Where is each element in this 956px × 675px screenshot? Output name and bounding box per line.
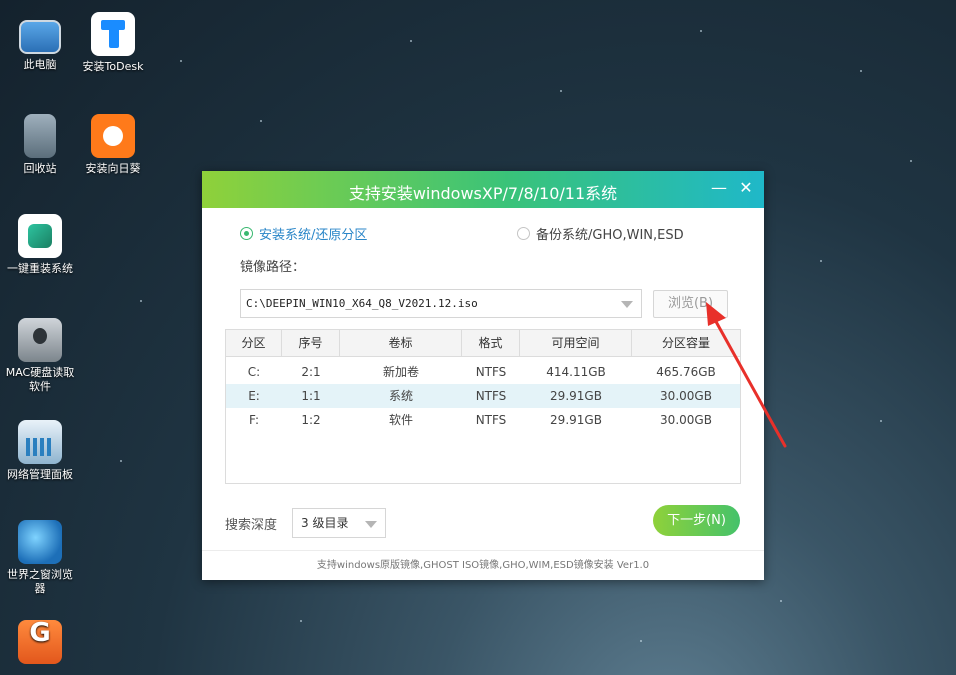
sunflower-icon xyxy=(91,114,135,158)
table-cell: 29.91GB xyxy=(550,413,602,427)
table-cell: NTFS xyxy=(475,365,507,379)
table-cell: 新加卷 xyxy=(382,365,419,379)
desktop-icon-network[interactable]: 网络管理面板 xyxy=(4,420,76,482)
column-header[interactable]: 序号 xyxy=(282,330,340,356)
todesk-icon xyxy=(91,12,135,56)
desktop-icon-label: 回收站 xyxy=(23,162,57,175)
table-row[interactable]: C: 2:1 新加卷 NTFS 414.11GB 465.76GB xyxy=(226,360,740,384)
browser-icon xyxy=(18,520,62,564)
table-cell: 30.00GB xyxy=(660,413,712,427)
desktop-icon-label: 网络管理面板 xyxy=(7,468,73,481)
table-cell: F: xyxy=(248,413,259,427)
table-row[interactable]: F: 1:2 软件 NTFS 29.91GB 30.00GB xyxy=(226,408,740,432)
table-cell: NTFS xyxy=(475,413,507,427)
desktop-icon-label: 安装ToDesk xyxy=(82,60,144,73)
search-depth-select[interactable]: 3 级目录 xyxy=(292,508,386,538)
desktop-icon-sunflower[interactable]: 安装向日葵 xyxy=(77,114,149,176)
minimize-button[interactable]: — xyxy=(710,179,728,197)
table-cell: 465.76GB xyxy=(656,365,716,379)
install-option-label: 安装系统/还原分区 xyxy=(259,228,368,243)
desktop-icon-label: MAC硬盘读取软件 xyxy=(5,366,75,393)
desktop-icon-todesk[interactable]: 安装ToDesk xyxy=(77,12,149,74)
desktop-icon-browser[interactable]: 世界之窗浏览器 xyxy=(4,520,76,596)
column-header[interactable]: 可用空间 xyxy=(520,330,632,356)
table-cell: 1:1 xyxy=(301,389,321,403)
close-button[interactable]: ✕ xyxy=(737,179,755,197)
table-cell: 30.00GB xyxy=(660,389,712,403)
desktop-icon-mac-disk[interactable]: MAC硬盘读取软件 xyxy=(4,318,76,394)
desktop-icon-label: 此电脑 xyxy=(23,58,57,71)
radio-backup-icon[interactable] xyxy=(517,227,530,240)
desktop-icon-this-pc[interactable]: 此电脑 xyxy=(4,14,76,72)
desktop-icon-g-app[interactable] xyxy=(4,620,76,668)
partition-table: 分区 序号 卷标 格式 可用空间 分区容量 C: 2:1 新加卷 NTFS 41… xyxy=(225,329,741,484)
column-header[interactable]: 分区 xyxy=(226,330,282,356)
search-depth-label: 搜索深度 xyxy=(225,518,278,533)
next-button[interactable]: 下一步(N) xyxy=(653,505,740,536)
dialog-title: 支持安装windowsXP/7/8/10/11系统 xyxy=(348,184,618,203)
computer-icon xyxy=(19,20,61,54)
desktop-icon-label: 安装向日葵 xyxy=(85,162,141,175)
desktop-icon-label: 一键重装系统 xyxy=(7,262,73,275)
search-depth-value: 3 级目录 xyxy=(301,516,349,530)
column-header[interactable]: 卷标 xyxy=(340,330,462,356)
table-cell: C: xyxy=(247,365,261,379)
table-header: 分区 序号 卷标 格式 可用空间 分区容量 xyxy=(226,330,740,357)
dropdown-arrow-icon[interactable] xyxy=(621,301,633,308)
desktop-icon-recycle-bin[interactable]: 回收站 xyxy=(4,114,76,176)
install-option[interactable]: 安装系统/还原分区 xyxy=(240,224,367,243)
dialog-footer: 支持windows原版镜像,GHOST ISO镜像,GHO,WIM,ESD镜像安… xyxy=(202,550,764,580)
column-header[interactable]: 分区容量 xyxy=(632,330,740,356)
dialog-titlebar[interactable]: 支持安装windowsXP/7/8/10/11系统 — ✕ xyxy=(202,171,764,208)
column-header[interactable]: 格式 xyxy=(462,330,520,356)
image-path-value: C:\DEEPIN_WIN10_X64_Q8_V2021.12.iso xyxy=(246,297,478,310)
table-row-selected[interactable]: E: 1:1 系统 NTFS 29.91GB 30.00GB xyxy=(226,384,740,408)
image-path-select[interactable]: C:\DEEPIN_WIN10_X64_Q8_V2021.12.iso xyxy=(240,289,642,318)
browse-button[interactable]: 浏览(B) xyxy=(653,290,728,318)
g-app-icon xyxy=(18,620,62,664)
desktop-icon-onekey[interactable]: 一键重装系统 xyxy=(4,214,76,276)
backup-option-label: 备份系统/GHO,WIN,ESD xyxy=(536,228,684,243)
install-dialog: 支持安装windowsXP/7/8/10/11系统 — ✕ 安装系统/还原分区 … xyxy=(202,171,764,580)
table-cell: 系统 xyxy=(388,389,413,403)
recycle-bin-icon xyxy=(24,114,56,158)
table-cell: 414.11GB xyxy=(546,365,606,379)
radio-install-selected-icon[interactable] xyxy=(240,227,253,240)
mac-disk-icon xyxy=(18,318,62,362)
table-cell: 2:1 xyxy=(301,365,321,379)
table-cell: 1:2 xyxy=(301,413,321,427)
backup-option[interactable]: 备份系统/GHO,WIN,ESD xyxy=(517,224,684,243)
dropdown-arrow-icon[interactable] xyxy=(365,521,377,528)
table-cell: E: xyxy=(248,389,260,403)
table-cell: 29.91GB xyxy=(550,389,602,403)
image-path-label: 镜像路径： xyxy=(240,260,306,275)
onekey-reinstall-icon xyxy=(18,214,62,258)
table-cell: NTFS xyxy=(475,389,507,403)
table-cell: 软件 xyxy=(388,413,413,427)
desktop-icon-label: 世界之窗浏览器 xyxy=(7,568,73,595)
network-panel-icon xyxy=(18,420,62,464)
